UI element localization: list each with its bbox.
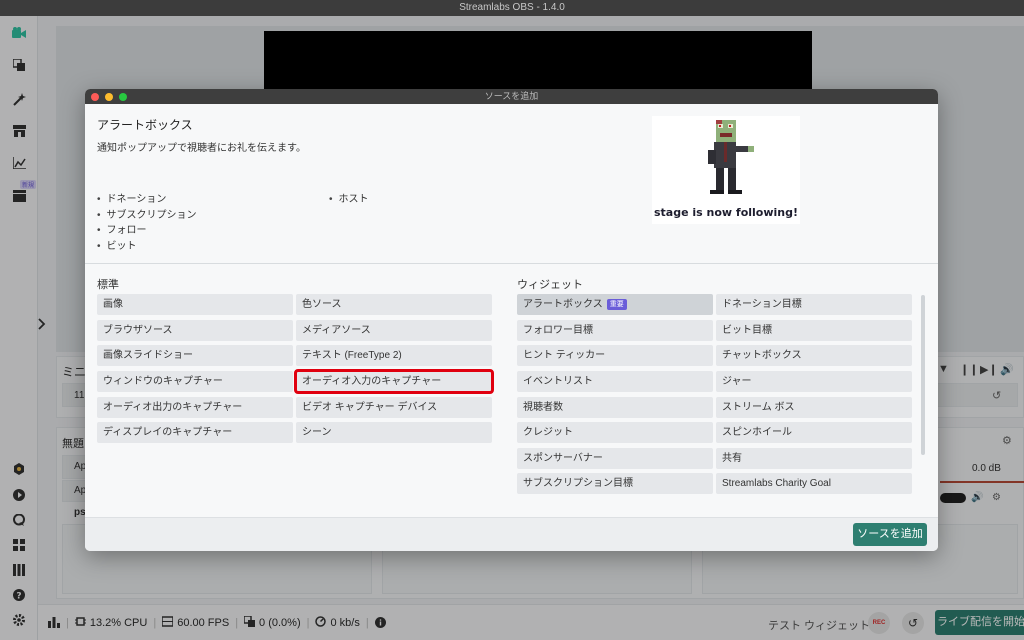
- standard-sources-label: 標準: [97, 279, 119, 291]
- source-info-title: アラートボックス: [97, 118, 193, 132]
- important-badge: 重要: [606, 299, 627, 310]
- source-video-capture-device-button[interactable]: ビデオ キャプチャー デバイス: [296, 397, 492, 418]
- modal-footer: ソースを追加: [85, 517, 938, 551]
- feature-item: ビット: [97, 239, 197, 255]
- widget-alert-box-label: アラートボックス: [523, 299, 603, 310]
- zombie-character-icon: [708, 120, 754, 194]
- modal-title: ソースを追加: [85, 89, 938, 104]
- widget-follower-goal-button[interactable]: フォロワー目標: [517, 320, 713, 341]
- source-image-button[interactable]: 画像: [97, 294, 293, 315]
- widgets-label: ウィジェット: [517, 279, 583, 291]
- feature-item: サブスクリプション: [97, 208, 197, 224]
- source-text-freetype-button[interactable]: テキスト (FreeType 2): [296, 345, 492, 366]
- widgets-scrollbar[interactable]: [921, 295, 925, 455]
- widget-alert-box-button[interactable]: アラートボックス 重要: [517, 294, 713, 315]
- widget-event-list-button[interactable]: イベントリスト: [517, 371, 713, 392]
- source-window-capture-button[interactable]: ウィンドウのキャプチャー: [97, 371, 293, 392]
- widget-share-button[interactable]: 共有: [716, 448, 912, 469]
- widget-chat-box-button[interactable]: チャットボックス: [716, 345, 912, 366]
- widget-tip-ticker-button[interactable]: ヒント ティッカー: [517, 345, 713, 366]
- source-info-description: 通知ポップアップで視聴者にお礼を伝えます。: [97, 143, 306, 154]
- alert-preview-caption: stage is now following!: [653, 206, 798, 219]
- source-slideshow-button[interactable]: 画像スライドショー: [97, 345, 293, 366]
- widget-bit-goal-button[interactable]: ビット目標: [716, 320, 912, 341]
- widget-jar-button[interactable]: ジャー: [716, 371, 912, 392]
- source-audio-output-capture-button[interactable]: オーディオ出力のキャプチャー: [97, 397, 293, 418]
- source-media-button[interactable]: メディアソース: [296, 320, 492, 341]
- add-source-button[interactable]: ソースを追加: [853, 523, 927, 546]
- widget-sub-goal-button[interactable]: サブスクリプション目標: [517, 473, 713, 494]
- maximize-window-button[interactable]: [119, 93, 127, 101]
- close-window-button[interactable]: [91, 93, 99, 101]
- feature-item: ホスト: [329, 192, 369, 208]
- source-info-panel: アラートボックス 通知ポップアップで視聴者にお礼を伝えます。 ドネーション サブ…: [85, 104, 938, 264]
- feature-item: フォロー: [97, 223, 197, 239]
- window-title: Streamlabs OBS - 1.4.0: [0, 0, 1024, 16]
- widget-charity-goal-button[interactable]: Streamlabs Charity Goal: [716, 473, 912, 494]
- alert-preview-image: stage is now following!: [652, 116, 800, 224]
- minimize-window-button[interactable]: [105, 93, 113, 101]
- widget-viewer-count-button[interactable]: 視聴者数: [517, 397, 713, 418]
- source-browser-button[interactable]: ブラウザソース: [97, 320, 293, 341]
- widget-sponsor-banner-button[interactable]: スポンサーバナー: [517, 448, 713, 469]
- widget-credits-button[interactable]: クレジット: [517, 422, 713, 443]
- widget-spin-wheel-button[interactable]: スピンホイール: [716, 422, 912, 443]
- source-scene-button[interactable]: シーン: [296, 422, 492, 443]
- feature-item: ドネーション: [97, 192, 197, 208]
- add-source-modal: ソースを追加 アラートボックス 通知ポップアップで視聴者にお礼を伝えます。 ドネ…: [85, 89, 938, 551]
- source-feature-list-2: ホスト: [329, 192, 369, 208]
- source-color-button[interactable]: 色ソース: [296, 294, 492, 315]
- widget-stream-boss-button[interactable]: ストリーム ボス: [716, 397, 912, 418]
- source-audio-input-capture-button[interactable]: オーディオ入力のキャプチャー: [294, 369, 494, 394]
- widget-donation-goal-button[interactable]: ドネーション目標: [716, 294, 912, 315]
- source-display-capture-button[interactable]: ディスプレイのキャプチャー: [97, 422, 293, 443]
- source-feature-list: ドネーション サブスクリプション フォロー ビット: [97, 192, 197, 254]
